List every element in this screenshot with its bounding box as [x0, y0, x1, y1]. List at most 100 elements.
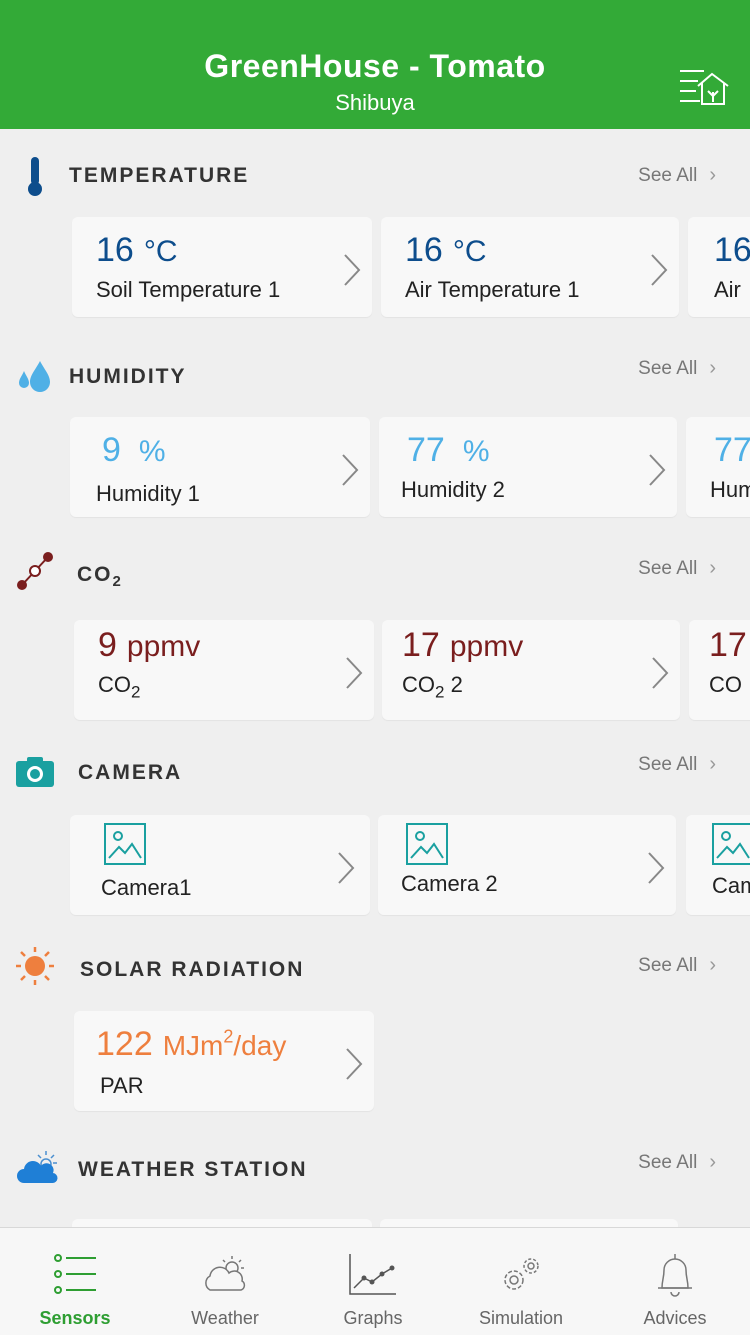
chevron-right-icon: › [709, 164, 716, 186]
sensor-value: 17 [709, 626, 747, 664]
sensor-card[interactable]: 16 °C Air Temperature 1 [381, 217, 679, 317]
sensor-label: PAR [100, 1073, 144, 1098]
sensor-card[interactable]: 16 °C Soil Temperature 1 [72, 217, 372, 317]
chevron-right-icon [346, 657, 363, 689]
sensor-label: Soil Temperature 1 [96, 277, 281, 302]
sensor-value: 77 [714, 431, 750, 469]
greenhouse-list-icon[interactable] [678, 66, 730, 106]
see-all-link[interactable]: See All › [638, 954, 716, 977]
sensor-card[interactable]: 9 ppmv CO2 [74, 620, 374, 720]
chevron-right-icon [344, 254, 361, 286]
sensor-label: CO [709, 672, 742, 697]
camera-section: CAMERA See All › Camera1 Camera 2 Cam [0, 729, 750, 929]
see-all-link[interactable]: See All › [638, 357, 716, 380]
cloud-sun-icon [205, 1256, 246, 1291]
see-all-label: See All [638, 1152, 698, 1173]
sensor-label: Humidity 1 [96, 481, 200, 506]
chevron-right-icon [648, 852, 665, 884]
solar-radiation-section: SOLAR RADIATION See All › 122 MJm2/day PAR [0, 929, 750, 1129]
sensor-value: 77% [407, 431, 490, 469]
sensor-value: 16 °C [405, 231, 487, 269]
camera-card[interactable]: Cam [686, 815, 750, 915]
chevron-right-icon: › [709, 357, 716, 379]
sensor-label: Air [714, 277, 741, 302]
sensor-card[interactable]: 9% Humidity 1 [70, 417, 370, 517]
line-graph-icon [349, 1254, 396, 1295]
camera-card[interactable]: Camera 2 [378, 815, 676, 915]
sensor-value: 9 ppmv [98, 626, 201, 664]
section-title: HUMIDITY [69, 365, 187, 388]
sensor-label: Humidity 2 [401, 477, 505, 502]
section-title: TEMPERATURE [69, 164, 250, 187]
sensor-label: CO2 2 [402, 672, 463, 702]
see-all-label: See All [638, 955, 698, 976]
chevron-right-icon: › [709, 557, 716, 579]
see-all-label: See All [638, 558, 698, 579]
see-all-link[interactable]: See All › [638, 557, 716, 580]
sensor-card[interactable]: 77% Humidity 2 [379, 417, 677, 517]
weather-station-section: WEATHER STATION See All › [0, 1129, 750, 1227]
tab-label: Advices [643, 1308, 707, 1328]
tab-advices[interactable]: Advices [600, 1228, 750, 1335]
bottom-tab-bar: Sensors Weather Graphs Simulation Advice… [0, 1227, 750, 1335]
see-all-label: See All [638, 358, 698, 379]
sensor-card[interactable] [380, 1219, 678, 1227]
tab-sensors[interactable]: Sensors [0, 1228, 150, 1335]
sensor-label: CO2 [98, 672, 141, 702]
chevron-right-icon: › [709, 954, 716, 976]
sensor-value: 16 [714, 231, 750, 269]
camera-label: Cam [712, 873, 750, 898]
tab-label: Weather [191, 1308, 259, 1328]
chevron-right-icon: › [709, 1151, 716, 1173]
tab-weather[interactable]: Weather [150, 1228, 300, 1335]
tab-graphs[interactable]: Graphs [298, 1228, 448, 1335]
section-title: SOLAR RADIATION [80, 958, 305, 981]
bell-icon [658, 1254, 692, 1297]
chevron-right-icon: › [709, 753, 716, 775]
section-title: WEATHER STATION [78, 1158, 308, 1181]
page-title: GreenHouse - Tomato [204, 48, 546, 84]
location-subtitle: Shibuya [335, 90, 415, 115]
tab-simulation[interactable]: Simulation [446, 1228, 596, 1335]
chevron-right-icon [338, 852, 355, 884]
thermometer-icon [28, 157, 42, 196]
app-header: GreenHouse - Tomato Shibuya [0, 0, 750, 129]
sensor-label: Air Temperature 1 [405, 277, 580, 302]
sensor-card[interactable]: 77 Hum [686, 417, 750, 517]
temperature-section: TEMPERATURE See All › 16 °C Soil Temperatu… [0, 129, 750, 329]
camera-label: Camera1 [101, 875, 192, 900]
tab-label: Graphs [343, 1308, 403, 1328]
see-all-label: See All [638, 754, 698, 775]
sensor-card[interactable]: 16 Air [688, 217, 750, 317]
see-all-link[interactable]: See All › [638, 753, 716, 776]
section-title: CAMERA [78, 761, 183, 784]
sensor-card[interactable] [72, 1219, 372, 1227]
see-all-link[interactable]: See All › [638, 1151, 716, 1174]
see-all-link[interactable]: See All › [638, 164, 716, 187]
camera-label: Camera 2 [401, 871, 498, 896]
sensor-value: 122 MJm2/day [96, 1025, 287, 1063]
camera-card[interactable]: Camera1 [70, 815, 370, 915]
water-drops-icon [19, 361, 50, 392]
image-icon [406, 823, 448, 865]
image-icon [712, 823, 750, 865]
chevron-right-icon [342, 454, 359, 486]
see-all-label: See All [638, 165, 698, 186]
gears-icon [504, 1258, 539, 1290]
chevron-right-icon [652, 657, 669, 689]
chevron-right-icon [346, 1048, 363, 1080]
cloud-sun-icon [17, 1151, 58, 1184]
sensor-label: Hum [710, 477, 750, 502]
chevron-right-icon [649, 454, 666, 486]
sensors-list-icon [54, 1254, 96, 1294]
camera-icon [16, 757, 54, 787]
sensor-value: 16 °C [96, 231, 178, 269]
sensor-card[interactable]: 17 CO [689, 620, 750, 720]
sensor-card[interactable]: 17 ppmv CO2 2 [382, 620, 680, 720]
tab-label: Sensors [39, 1308, 111, 1328]
section-title: CO2 [77, 563, 123, 591]
sensor-card[interactable]: 122 MJm2/day PAR [74, 1011, 374, 1111]
molecule-icon [17, 552, 53, 590]
sensor-list[interactable]: TEMPERATURE See All › 16 °C Soil Temperatu… [0, 129, 750, 1227]
sun-icon [16, 947, 54, 985]
